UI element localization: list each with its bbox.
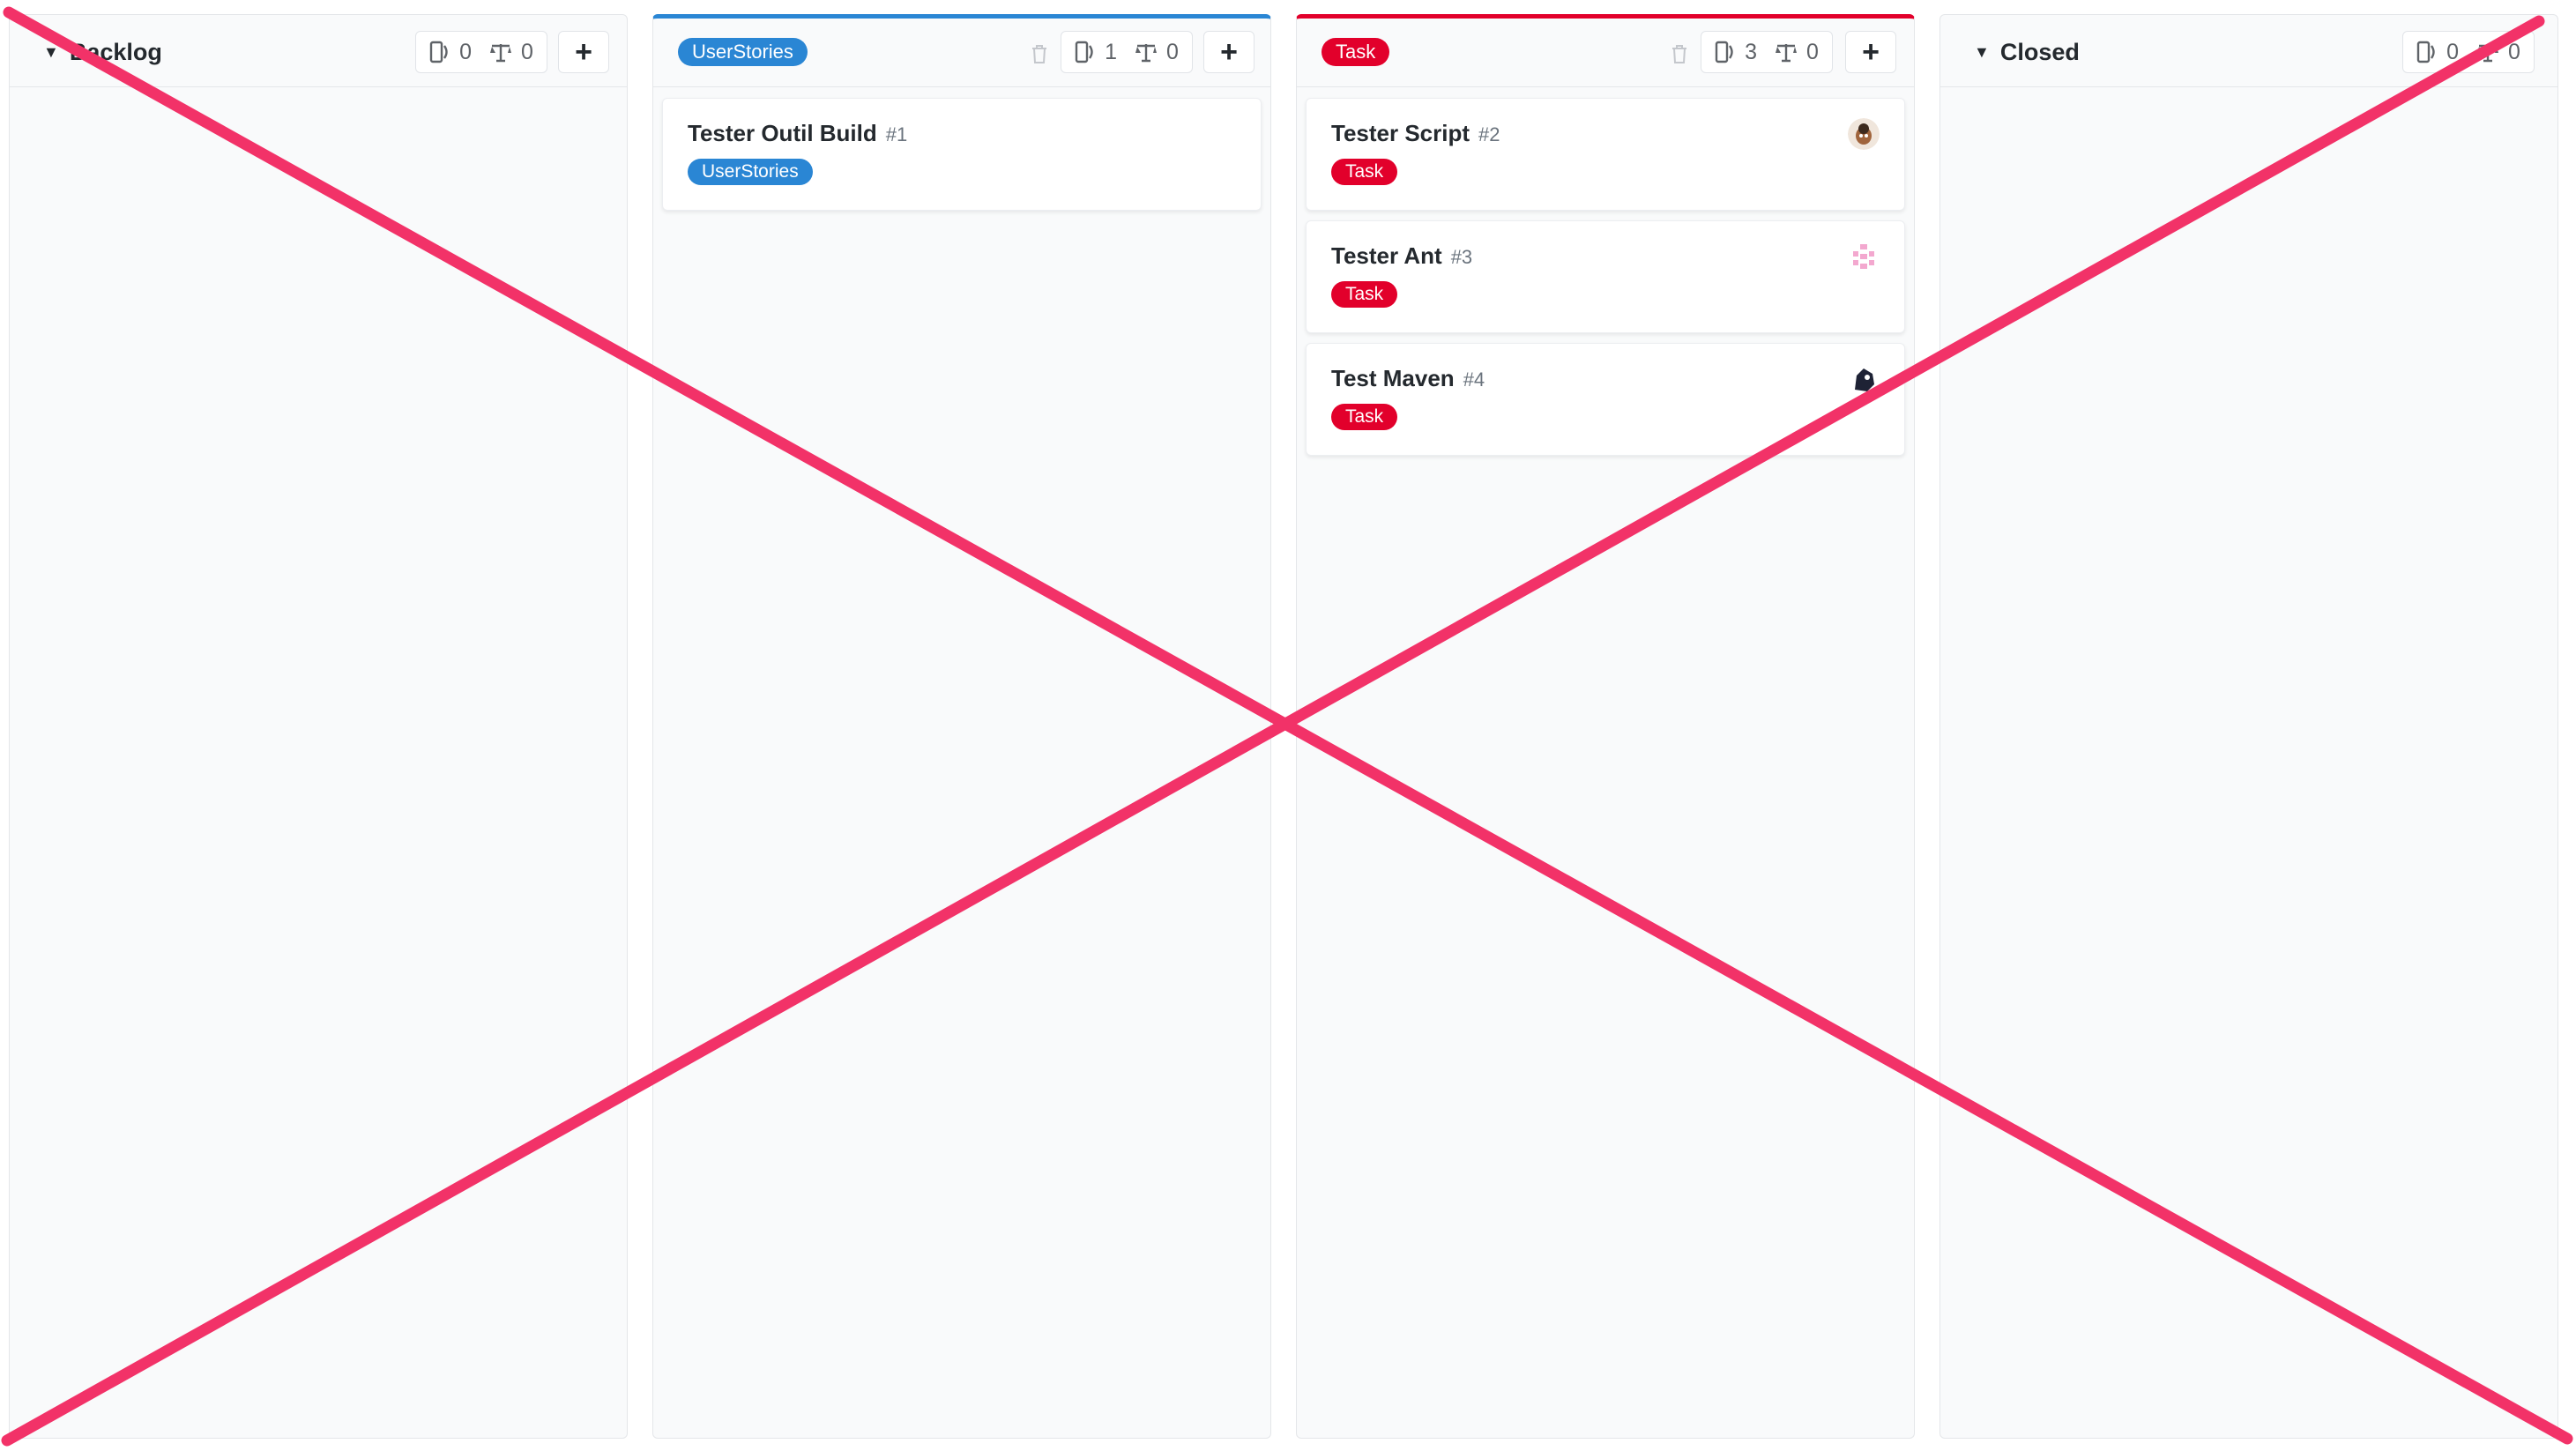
issue-number: #4	[1463, 368, 1485, 391]
issue-count-badge: 3 0	[1701, 31, 1833, 73]
column-header: ▼ Backlog 0 0 +	[10, 15, 627, 87]
assignee-avatar[interactable]	[1848, 363, 1880, 395]
plus-icon: +	[575, 34, 592, 69]
issues-icon	[429, 41, 448, 63]
weight-icon	[1135, 44, 1157, 63]
weight-icon	[490, 44, 511, 63]
issue-card[interactable]: Tester Script #2 Task	[1306, 98, 1905, 211]
weight-icon	[2477, 44, 2498, 63]
weight-count: 0	[521, 39, 533, 64]
weight-count: 0	[1806, 39, 1819, 64]
issue-card[interactable]: Tester Ant #3 Task	[1306, 220, 1905, 333]
board-column-backlog: ▼ Backlog 0 0 +	[9, 14, 628, 1439]
issue-label[interactable]: Task	[1331, 404, 1398, 430]
issue-count: 3	[1745, 39, 1757, 64]
issue-title: Test Maven	[1331, 365, 1455, 391]
board-column-closed: ▼ Closed 0 0	[1939, 14, 2558, 1439]
caret-down-icon[interactable]: ▼	[1974, 43, 1990, 62]
column-header: ▼ Closed 0 0	[1940, 15, 2557, 87]
weight-count: 0	[1166, 39, 1179, 64]
issue-card-title[interactable]: Tester Outil Build #1	[688, 120, 907, 147]
column-label-pill[interactable]: UserStories	[678, 38, 808, 66]
add-issue-button[interactable]: +	[1845, 31, 1896, 73]
column-label-pill[interactable]: Task	[1322, 38, 1390, 66]
issue-count: 1	[1105, 39, 1117, 64]
issue-number: #2	[1478, 123, 1500, 145]
issue-count-badge: 1 0	[1061, 31, 1193, 73]
add-issue-button[interactable]: +	[1203, 31, 1254, 73]
add-issue-button[interactable]: +	[558, 31, 609, 73]
issue-count: 0	[459, 39, 472, 64]
issue-number: #3	[1450, 246, 1473, 268]
issue-count-badge: 0 0	[415, 31, 547, 73]
issues-icon	[2416, 41, 2435, 63]
trash-icon[interactable]	[1029, 41, 1050, 66]
column-header: Task 3 0 +	[1297, 15, 1914, 87]
issue-card-title[interactable]: Tester Script #2	[1331, 120, 1500, 147]
plus-icon: +	[1862, 34, 1880, 69]
column-title-text: Closed	[1999, 38, 2080, 65]
issue-label[interactable]: Task	[1331, 159, 1398, 185]
caret-down-icon[interactable]: ▼	[43, 43, 59, 62]
issue-card-title[interactable]: Tester Ant #3	[1331, 242, 1472, 270]
issue-count: 0	[2446, 39, 2459, 64]
issue-card[interactable]: Test Maven #4 Task	[1306, 343, 1905, 456]
column-title[interactable]: ▼ Backlog	[43, 36, 162, 68]
issue-number: #1	[885, 123, 908, 145]
weight-icon	[1776, 44, 1797, 63]
assignee-avatar[interactable]	[1848, 118, 1880, 150]
issue-board: ▼ Backlog 0 0 + UserStories 1 0 + Tester…	[0, 0, 2576, 1451]
trash-icon[interactable]	[1669, 41, 1690, 66]
issue-label[interactable]: Task	[1331, 281, 1398, 308]
issue-card-title[interactable]: Test Maven #4	[1331, 365, 1485, 392]
column-title-text: Backlog	[69, 38, 162, 65]
column-header: UserStories 1 0 +	[653, 15, 1270, 87]
board-column-userstories: UserStories 1 0 + Tester Outil Build #1 U…	[652, 14, 1271, 1439]
issue-card[interactable]: Tester Outil Build #1 UserStories	[662, 98, 1262, 211]
issue-count-badge: 0 0	[2402, 31, 2535, 73]
issue-label[interactable]: UserStories	[688, 159, 813, 185]
issue-title: Tester Ant	[1331, 242, 1442, 269]
assignee-avatar[interactable]	[1848, 241, 1880, 272]
issue-title: Tester Outil Build	[688, 120, 877, 146]
board-column-task: Task 3 0 + Tester Script #2 Task Tester …	[1296, 14, 1915, 1439]
plus-icon: +	[1220, 34, 1238, 69]
weight-count: 0	[2508, 39, 2520, 64]
column-title[interactable]: ▼ Closed	[1974, 36, 2080, 68]
issues-icon	[1075, 41, 1093, 63]
issues-icon	[1715, 41, 1733, 63]
issue-title: Tester Script	[1331, 120, 1470, 146]
